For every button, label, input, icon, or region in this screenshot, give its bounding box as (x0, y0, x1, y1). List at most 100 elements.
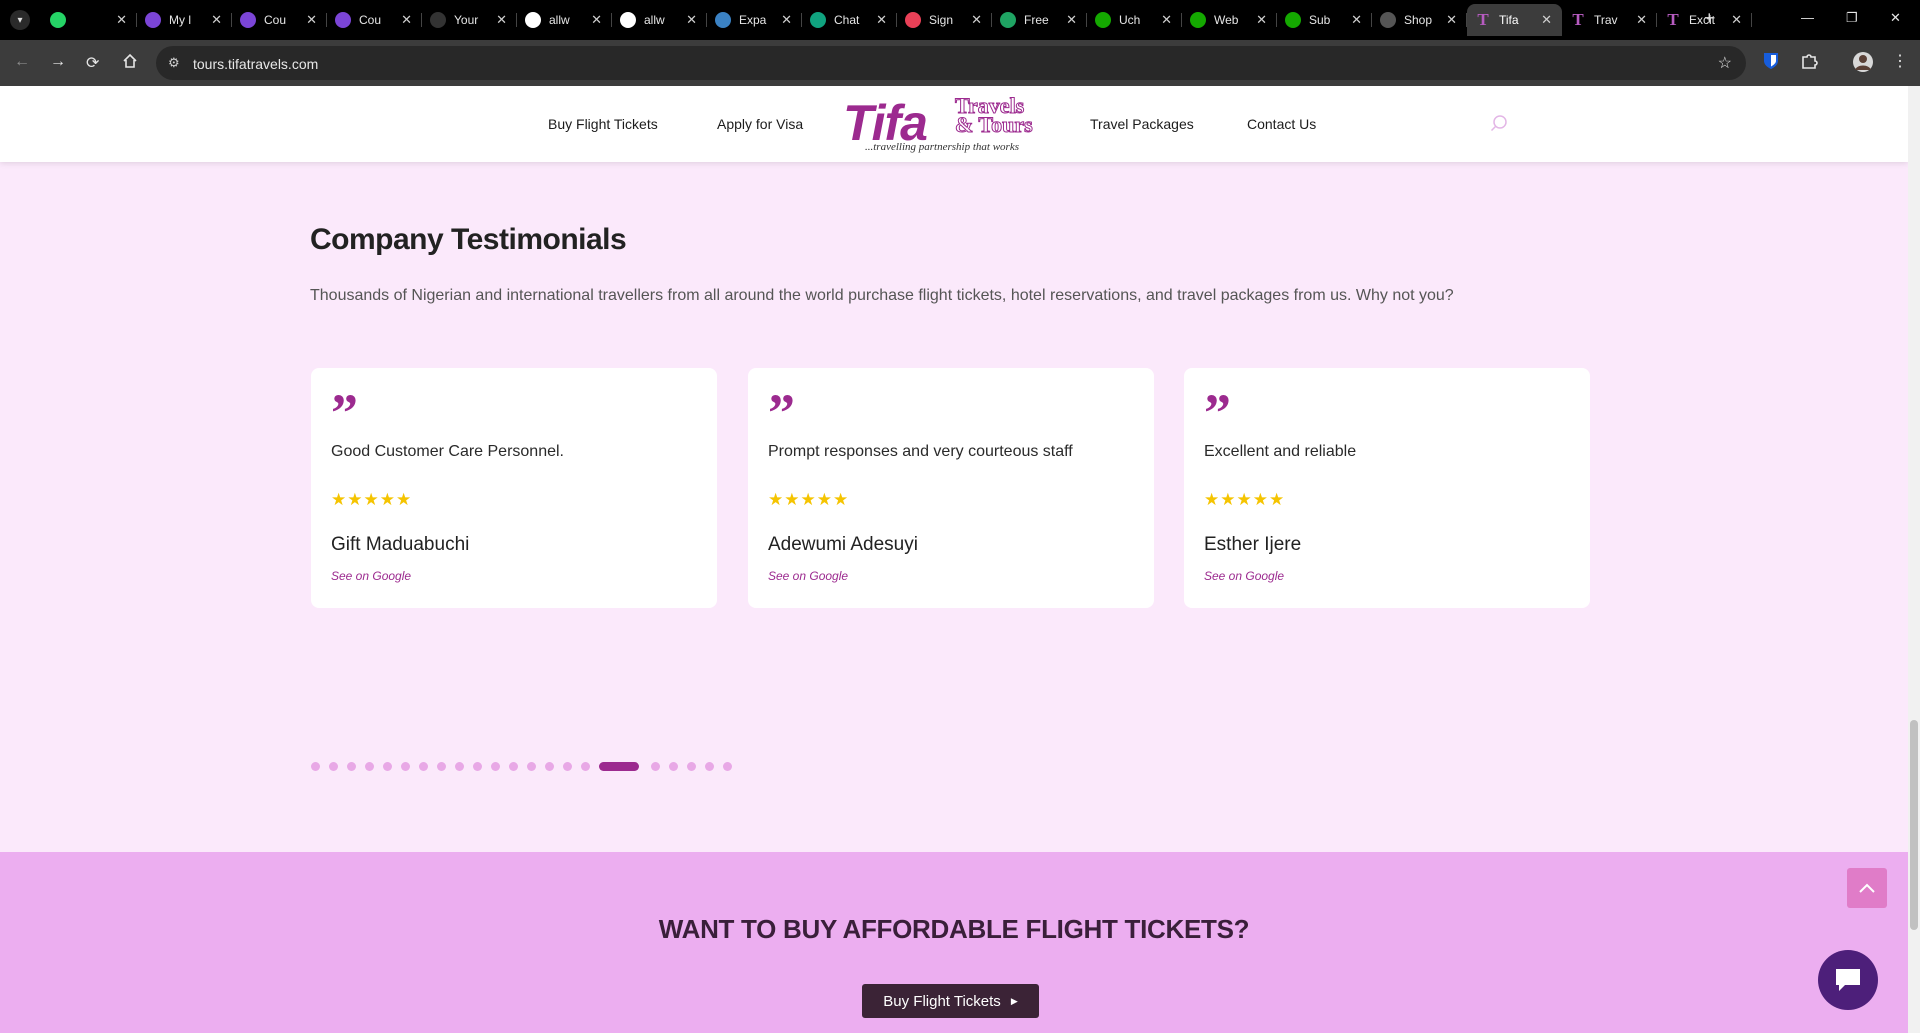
carousel-dot[interactable] (705, 761, 714, 771)
bitwarden-icon[interactable] (1762, 51, 1782, 73)
new-tab-button[interactable]: + (1704, 8, 1715, 29)
close-tab-icon[interactable]: ✕ (401, 12, 412, 28)
browser-tab[interactable]: allw ✕ (612, 4, 707, 36)
close-tab-icon[interactable]: ✕ (496, 12, 507, 28)
minimize-icon[interactable]: — (1801, 10, 1814, 25)
nav-buy-flight-tickets[interactable]: Buy Flight Tickets (548, 116, 658, 132)
menu-icon[interactable]: ⋮ (1892, 51, 1912, 73)
tab-title: Tifa (1499, 13, 1519, 27)
see-on-google-link[interactable]: See on Google (331, 569, 411, 583)
tab-search-button[interactable]: ▾ (10, 10, 30, 30)
close-window-icon[interactable]: ✕ (1890, 10, 1901, 26)
browser-tab[interactable]: T Tifa ✕ (1467, 4, 1562, 36)
scrollbar-thumb[interactable] (1910, 720, 1918, 930)
carousel-dot[interactable] (347, 761, 356, 771)
buy-flight-tickets-button[interactable]: Buy Flight Tickets ▶ (862, 984, 1039, 1018)
carousel-dot[interactable] (599, 761, 639, 771)
carousel-dot[interactable] (383, 761, 392, 771)
browser-tab[interactable]: Free ✕ (992, 4, 1087, 36)
upwork-icon (1285, 12, 1301, 28)
browser-tab[interactable]: Expa ✕ (707, 4, 802, 36)
star-rating: ★★★★★ (1204, 490, 1286, 509)
carousel-dot[interactable] (527, 761, 536, 771)
site-info-icon[interactable]: ⚙ (168, 55, 180, 71)
close-tab-icon[interactable]: ✕ (306, 12, 317, 28)
tab-title: Free (1024, 13, 1049, 27)
browser-tab[interactable]: allw ✕ (517, 4, 612, 36)
browser-tab[interactable]: ✕ (42, 4, 137, 36)
browser-tab[interactable]: Cou ✕ (327, 4, 422, 36)
close-tab-icon[interactable]: ✕ (1066, 12, 1077, 28)
tab-title: My l (169, 13, 191, 27)
home-icon[interactable] (122, 53, 138, 74)
address-bar[interactable]: ⚙ tours.tifatravels.com ☆ (156, 46, 1746, 80)
browser-tab[interactable]: Shop ✕ (1372, 4, 1467, 36)
browser-tab[interactable]: Sign ✕ (897, 4, 992, 36)
close-tab-icon[interactable]: ✕ (211, 12, 222, 28)
profile-avatar[interactable] (1852, 51, 1873, 73)
carousel-dot[interactable] (545, 761, 554, 771)
see-on-google-link[interactable]: See on Google (768, 569, 848, 583)
carousel-dot[interactable] (401, 761, 410, 771)
nav-travel-packages[interactable]: Travel Packages (1090, 116, 1194, 132)
carousel-dot[interactable] (723, 761, 732, 771)
carousel-dot[interactable] (669, 761, 678, 771)
site-logo[interactable]: Tifa Travels & Tours ...travelling partne… (843, 94, 1053, 156)
close-tab-icon[interactable]: ✕ (591, 12, 602, 28)
close-tab-icon[interactable]: ✕ (1351, 12, 1362, 28)
testimonial-card: ” Prompt responses and very courteous st… (748, 368, 1154, 608)
url-text[interactable]: tours.tifatravels.com (193, 56, 318, 72)
search-icon[interactable] (1490, 114, 1508, 132)
carousel-dot[interactable] (509, 761, 518, 771)
reload-icon[interactable]: ⟳ (86, 53, 99, 73)
testimonial-text: Prompt responses and very courteous staf… (768, 443, 1073, 460)
extensions-icon[interactable] (1799, 51, 1819, 73)
carousel-dot[interactable] (311, 761, 320, 771)
see-on-google-link[interactable]: See on Google (1204, 569, 1284, 583)
browser-tab[interactable]: Uch ✕ (1087, 4, 1182, 36)
carousel-dot[interactable] (651, 761, 660, 771)
testimonials-heading: Company Testimonials (310, 223, 627, 256)
restore-icon[interactable]: ❐ (1846, 10, 1858, 26)
chat-widget-button[interactable] (1818, 950, 1878, 1010)
page-scrollbar[interactable] (1908, 86, 1920, 1033)
close-tab-icon[interactable]: ✕ (1256, 12, 1267, 28)
browser-tab[interactable]: Cou ✕ (232, 4, 327, 36)
carousel-dot[interactable] (329, 761, 338, 771)
close-tab-icon[interactable]: ✕ (116, 12, 127, 28)
carousel-dot[interactable] (473, 761, 482, 771)
browser-tab[interactable]: My l ✕ (137, 4, 232, 36)
browser-tab[interactable]: Web ✕ (1182, 4, 1277, 36)
bookmark-star-icon[interactable]: ☆ (1718, 53, 1732, 73)
forward-icon[interactable]: → (50, 53, 66, 71)
close-tab-icon[interactable]: ✕ (686, 12, 697, 28)
nav-contact-us[interactable]: Contact Us (1247, 116, 1316, 132)
reviewer-name: Gift Maduabuchi (331, 534, 470, 555)
close-tab-icon[interactable]: ✕ (1446, 12, 1457, 28)
carousel-dot[interactable] (365, 761, 374, 771)
carousel-dot[interactable] (419, 761, 428, 771)
close-tab-icon[interactable]: ✕ (971, 12, 982, 28)
back-to-top-button[interactable] (1847, 868, 1887, 908)
close-tab-icon[interactable]: ✕ (1161, 12, 1172, 28)
close-tab-icon[interactable]: ✕ (876, 12, 887, 28)
back-icon[interactable]: ← (14, 53, 30, 71)
browser-tab[interactable]: Your ✕ (422, 4, 517, 36)
carousel-dot[interactable] (687, 761, 696, 771)
carousel-dot[interactable] (563, 761, 572, 771)
testimonial-card: ” Good Customer Care Personnel. ★★★★★ Gi… (311, 368, 717, 608)
close-tab-icon[interactable]: ✕ (781, 12, 792, 28)
browser-tab[interactable]: Chat ✕ (802, 4, 897, 36)
close-tab-icon[interactable]: ✕ (1731, 12, 1742, 28)
tifa-icon: T (1667, 10, 1679, 29)
carousel-dot[interactable] (491, 761, 500, 771)
close-tab-icon[interactable]: ✕ (1636, 12, 1647, 28)
carousel-dot[interactable] (455, 761, 464, 771)
nav-apply-for-visa[interactable]: Apply for Visa (717, 116, 803, 132)
browser-tab[interactable]: T Trav ✕ (1562, 4, 1657, 36)
carousel-dot[interactable] (437, 761, 446, 771)
app-icon (145, 12, 161, 28)
carousel-dot[interactable] (581, 761, 590, 771)
browser-tab[interactable]: Sub ✕ (1277, 4, 1372, 36)
close-tab-icon[interactable]: ✕ (1541, 12, 1552, 28)
